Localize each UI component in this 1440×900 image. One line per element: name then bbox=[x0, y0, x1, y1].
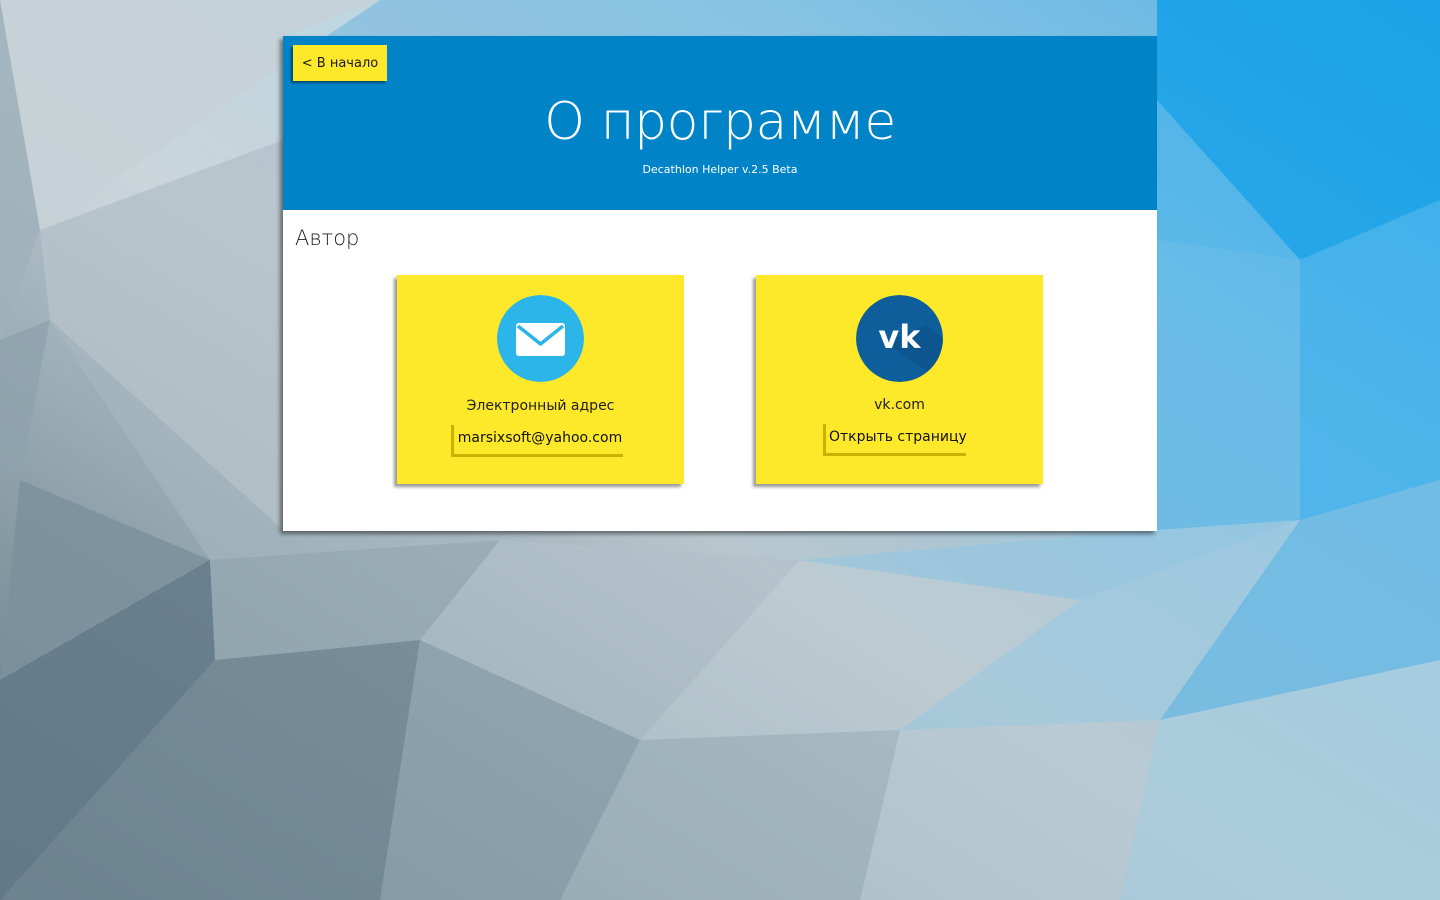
version-label: Decathlon Helper v.2.5 Beta bbox=[642, 163, 798, 176]
page-title: О программе bbox=[544, 92, 896, 152]
svg-text:vk: vk bbox=[878, 318, 921, 356]
about-panel: < В начало О программе Decathlon Helper … bbox=[283, 36, 1157, 531]
open-page-button[interactable]: Открыть страницу bbox=[826, 421, 969, 453]
header-banner: < В начало О программе Decathlon Helper … bbox=[283, 36, 1157, 210]
email-address-button[interactable]: marsixsoft@yahoo.com bbox=[454, 422, 626, 454]
vk-icon: vk bbox=[856, 295, 943, 382]
vk-card: vk vk.com Открыть страницу bbox=[756, 275, 1043, 484]
email-card: Электронный адрес marsixsoft@yahoo.com bbox=[397, 275, 684, 484]
author-section-title: Автор bbox=[295, 226, 360, 250]
email-label: Электронный адрес bbox=[466, 398, 615, 414]
mail-icon bbox=[497, 295, 584, 382]
back-to-start-button[interactable]: < В начало bbox=[293, 45, 387, 81]
vk-label: vk.com bbox=[874, 397, 925, 413]
